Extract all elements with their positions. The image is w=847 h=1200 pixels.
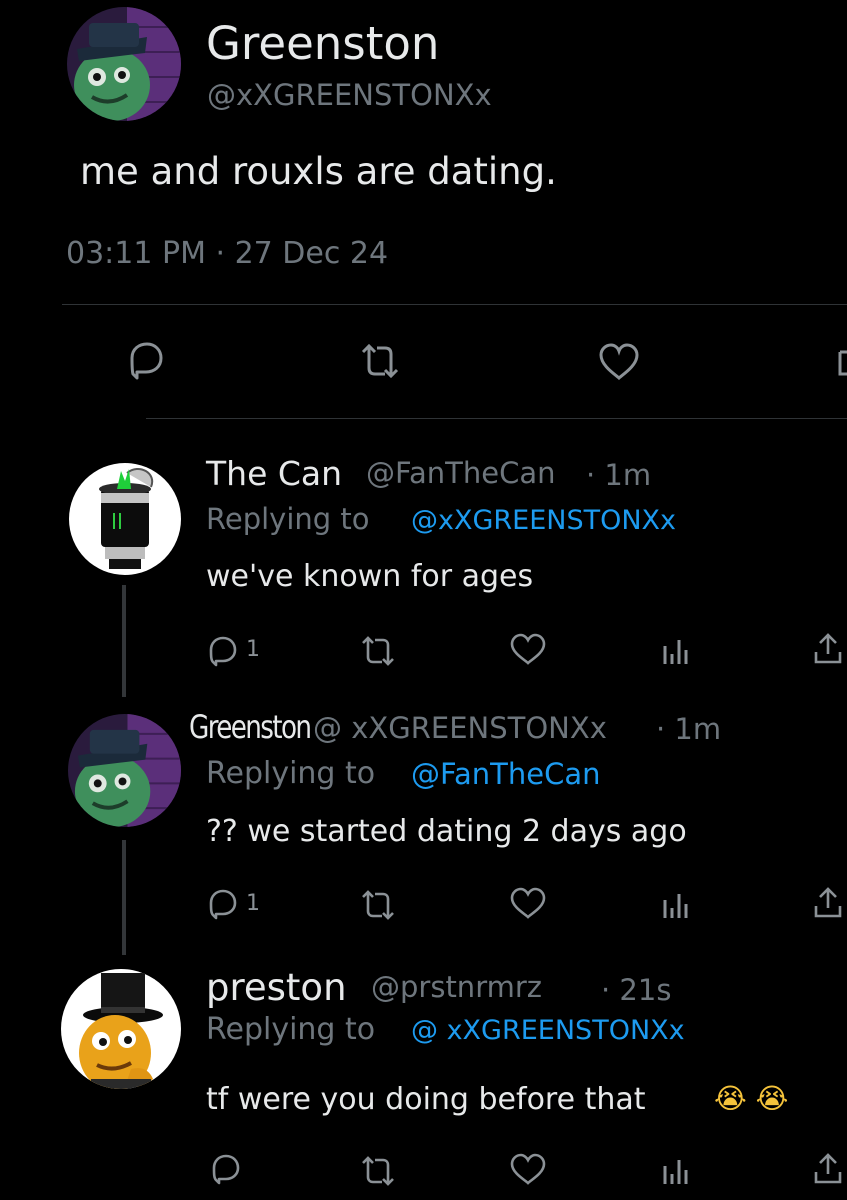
reply-text: ?? we started dating 2 days ago [206, 814, 687, 849]
retweet-icon[interactable] [356, 887, 400, 923]
share-icon[interactable] [812, 1152, 844, 1186]
thread-line [122, 840, 126, 955]
retweet-icon[interactable] [356, 1153, 400, 1189]
share-icon[interactable] [830, 346, 847, 380]
author-name[interactable]: Greenston [206, 17, 439, 70]
reply-time[interactable]: · 1m [586, 458, 651, 492]
replying-to-link[interactable]: @ xXGREENSTONXx [411, 1015, 685, 1046]
reply-icon[interactable] [205, 886, 241, 922]
avatar[interactable] [69, 463, 181, 575]
reply-icon[interactable] [205, 633, 241, 669]
replying-prefix: Replying to [206, 1012, 376, 1047]
retweet-icon[interactable] [356, 633, 400, 669]
reply-icon[interactable] [208, 1151, 244, 1187]
reply-text: we've known for ages [206, 559, 534, 594]
replying-to-link[interactable]: @FanTheCan [411, 757, 601, 791]
analytics-icon[interactable] [662, 1156, 688, 1186]
reply-text: tf were you doing before that [206, 1082, 646, 1117]
analytics-icon[interactable] [662, 890, 688, 920]
reply-count: 1 [246, 637, 260, 662]
reply-author-handle[interactable]: @prstnrmrz [371, 970, 542, 1004]
divider [62, 304, 847, 305]
replying-prefix: Replying to [206, 756, 376, 791]
reply-time[interactable]: · 21s [601, 973, 671, 1007]
share-icon[interactable] [812, 632, 844, 666]
replying-to-link[interactable]: @xXGREENSTONXx [411, 505, 676, 536]
tweet-timestamp[interactable]: 03:11 PM · 27 Dec 24 [66, 236, 388, 271]
analytics-icon[interactable] [662, 636, 688, 666]
reply-count: 1 [246, 891, 260, 916]
like-icon[interactable] [596, 340, 642, 382]
thread-line [122, 585, 126, 697]
reply-author-handle[interactable]: @FanTheCan [366, 456, 556, 490]
share-icon[interactable] [812, 886, 844, 920]
like-icon[interactable] [508, 631, 548, 667]
avatar[interactable] [67, 7, 181, 121]
reply-author-name[interactable]: preston [206, 966, 347, 1009]
reply-author-name[interactable]: The Can [206, 454, 342, 493]
reply-author-name[interactable]: Greenston [189, 708, 312, 746]
tweet-text: me and rouxls are dating. [80, 150, 557, 193]
reply-icon[interactable] [124, 338, 168, 382]
retweet-icon[interactable] [355, 340, 405, 382]
reply-time[interactable]: · 1m [656, 712, 721, 746]
avatar[interactable] [61, 969, 181, 1089]
crying-emoji: 😭 😭 [714, 1082, 789, 1115]
replying-prefix: Replying to [206, 502, 370, 536]
like-icon[interactable] [508, 885, 548, 921]
like-icon[interactable] [508, 1151, 548, 1187]
author-handle[interactable]: @xXGREENSTONXx [207, 78, 492, 112]
reply-author-handle[interactable]: @ xXGREENSTONXx [313, 711, 607, 745]
avatar[interactable] [68, 714, 181, 827]
divider [146, 418, 847, 419]
